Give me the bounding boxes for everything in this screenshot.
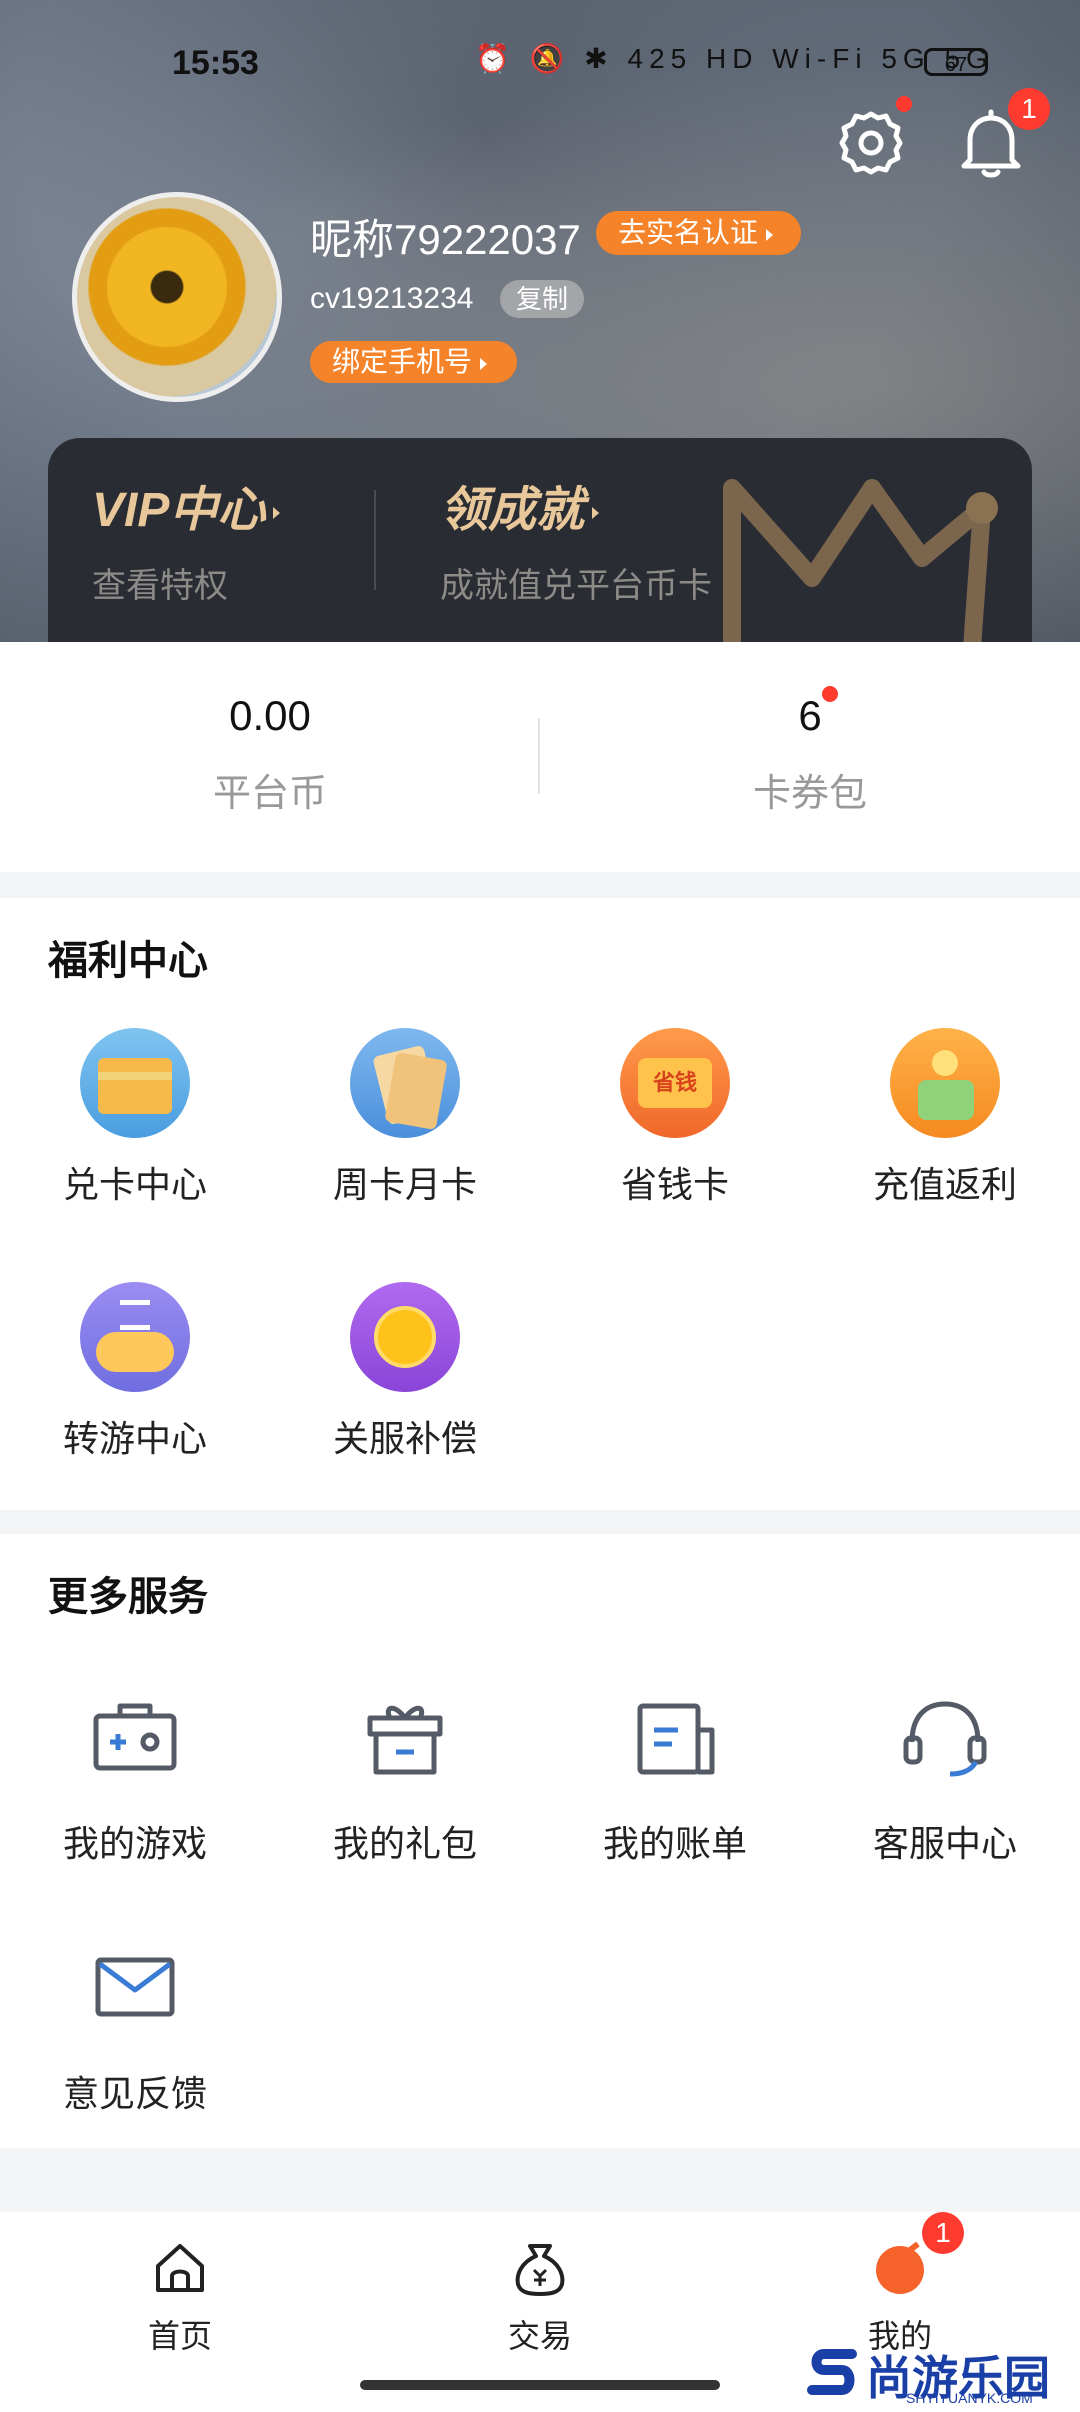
home-icon bbox=[156, 2244, 204, 2292]
user-id: cv19213234 bbox=[310, 282, 474, 315]
game-controller-icon bbox=[93, 1703, 177, 1771]
coupon-dot bbox=[822, 686, 838, 702]
settings-dot bbox=[896, 96, 912, 112]
more-services-title: 更多服务 bbox=[48, 1575, 208, 1619]
vip-card: VIP中心 查看特权 领成就 成就值兑平台币卡 bbox=[48, 438, 1032, 642]
vip-center-subtitle: 查看特权 bbox=[92, 567, 228, 605]
bind-phone-button[interactable]: 绑定手机号 bbox=[310, 341, 518, 383]
coupon-wallet[interactable]: 6 卡券包 bbox=[540, 692, 1080, 817]
service-my-bills[interactable]: 我的账单 bbox=[540, 1682, 810, 1867]
coupon-wallet-label: 卡券包 bbox=[752, 773, 867, 815]
welfare-item-label: 关服补偿 bbox=[332, 1418, 477, 1459]
status-icons: ⏰ 🔕 ✱ 425 HD Wi-Fi 5G 5G bbox=[475, 43, 994, 74]
achievement-entry[interactable]: 领成就 成就值兑平台币卡 bbox=[440, 470, 712, 607]
tab-label: 交易 bbox=[507, 2318, 572, 2354]
achievement-subtitle: 成就值兑平台币卡 bbox=[440, 567, 712, 605]
settings-gear-icon[interactable] bbox=[836, 108, 906, 178]
gift-icon bbox=[367, 1705, 443, 1775]
crown-icon bbox=[723, 479, 998, 642]
save-money-card-text: 省钱 bbox=[638, 1058, 712, 1108]
vip-center-title: VIP中心 bbox=[92, 470, 281, 540]
service-feedback[interactable]: 意见反馈 bbox=[0, 1932, 270, 2117]
compensation-coin-icon bbox=[350, 1282, 460, 1392]
home-indicator[interactable] bbox=[360, 2380, 720, 2390]
money-bag-icon bbox=[515, 2244, 565, 2296]
status-time: 15:53 bbox=[172, 44, 259, 82]
bind-phone-label: 绑定手机号 bbox=[332, 346, 473, 377]
service-customer-support[interactable]: 客服中心 bbox=[810, 1682, 1080, 1867]
watermark-s-icon bbox=[807, 2349, 857, 2395]
welfare-item-label: 转游中心 bbox=[62, 1418, 207, 1459]
achievement-title: 领成就 bbox=[440, 470, 712, 540]
welfare-item-card-exchange[interactable]: 兑卡中心 bbox=[0, 1028, 270, 1208]
status-bar: 15:53 ⏰ 🔕 ✱ 425 HD Wi-Fi 5G 5G 67 bbox=[0, 40, 1080, 90]
game-transfer-icon bbox=[80, 1282, 190, 1392]
bill-icon bbox=[637, 1703, 715, 1775]
avatar[interactable] bbox=[72, 192, 282, 402]
arrow-right-icon bbox=[480, 357, 488, 370]
arrow-right-icon bbox=[766, 228, 774, 241]
service-label: 我的游戏 bbox=[62, 1823, 207, 1864]
watermark-logo: 尚游乐园 SHYIYUANYK.COM bbox=[806, 2340, 1076, 2410]
verify-identity-button[interactable]: 去实名认证 bbox=[596, 211, 802, 255]
welfare-item-vip-card[interactable]: 周卡月卡 bbox=[270, 1028, 540, 1208]
welfare-item-label: 省钱卡 bbox=[620, 1164, 729, 1205]
platform-coins[interactable]: 0.00 平台币 bbox=[0, 692, 540, 817]
notification-badge: 1 bbox=[1008, 88, 1050, 130]
welfare-item-game-transfer[interactable]: 转游中心 bbox=[0, 1282, 270, 1462]
profile-header: 15:53 ⏰ 🔕 ✱ 425 HD Wi-Fi 5G 5G 67 1 昵称79… bbox=[0, 0, 1080, 642]
tab-home[interactable]: 首页 bbox=[80, 2238, 280, 2357]
recharge-rebate-icon bbox=[890, 1028, 1000, 1138]
welfare-item-label: 兑卡中心 bbox=[62, 1164, 207, 1205]
service-label: 我的礼包 bbox=[332, 1823, 477, 1864]
service-my-gifts[interactable]: 我的礼包 bbox=[270, 1682, 540, 1867]
more-services-section: 更多服务 我的游戏 我的礼包 我的账单 客服中心 意见反馈 bbox=[0, 1534, 1080, 2148]
mail-icon bbox=[95, 1957, 175, 2017]
vip-card-icon bbox=[350, 1028, 460, 1138]
card-exchange-icon bbox=[80, 1028, 190, 1138]
battery-icon: 67 bbox=[924, 48, 988, 76]
watermark-sub: SHYIYUANYK.COM bbox=[906, 2390, 1033, 2406]
headset-icon bbox=[903, 1701, 987, 1777]
save-money-card-icon: 省钱 bbox=[620, 1028, 730, 1138]
vip-center-entry[interactable]: VIP中心 查看特权 bbox=[92, 470, 281, 607]
welfare-item-label: 充值返利 bbox=[872, 1164, 1017, 1205]
welfare-item-label: 周卡月卡 bbox=[332, 1164, 477, 1205]
tab-mine-badge: 1 bbox=[922, 2212, 964, 2254]
service-label: 客服中心 bbox=[872, 1823, 1017, 1864]
welfare-center-title: 福利中心 bbox=[48, 939, 208, 983]
tab-trade[interactable]: 交易 bbox=[440, 2238, 640, 2357]
wallet-panel: 0.00 平台币 6 卡券包 bbox=[0, 642, 1080, 872]
profile-icon bbox=[876, 2241, 924, 2294]
service-label: 意见反馈 bbox=[62, 2073, 207, 2114]
platform-coins-value: 0.00 bbox=[229, 692, 311, 739]
platform-coins-label: 平台币 bbox=[212, 773, 327, 815]
copy-id-button[interactable]: 复制 bbox=[500, 280, 584, 318]
vip-divider bbox=[374, 490, 376, 590]
nickname: 昵称79222037 bbox=[310, 216, 581, 263]
welfare-item-recharge-rebate[interactable]: 充值返利 bbox=[810, 1028, 1080, 1208]
welfare-center-section: 福利中心 兑卡中心 周卡月卡 省钱 省钱卡 充值返利 转游中心 关服补偿 bbox=[0, 898, 1080, 1510]
welfare-item-compensation[interactable]: 关服补偿 bbox=[270, 1282, 540, 1462]
service-label: 我的账单 bbox=[602, 1823, 747, 1864]
welfare-item-save-money[interactable]: 省钱 省钱卡 bbox=[540, 1028, 810, 1208]
coupon-wallet-value: 6 bbox=[798, 692, 822, 739]
service-my-games[interactable]: 我的游戏 bbox=[0, 1682, 270, 1867]
verify-identity-label: 去实名认证 bbox=[618, 217, 759, 248]
tab-label: 首页 bbox=[147, 2318, 212, 2354]
